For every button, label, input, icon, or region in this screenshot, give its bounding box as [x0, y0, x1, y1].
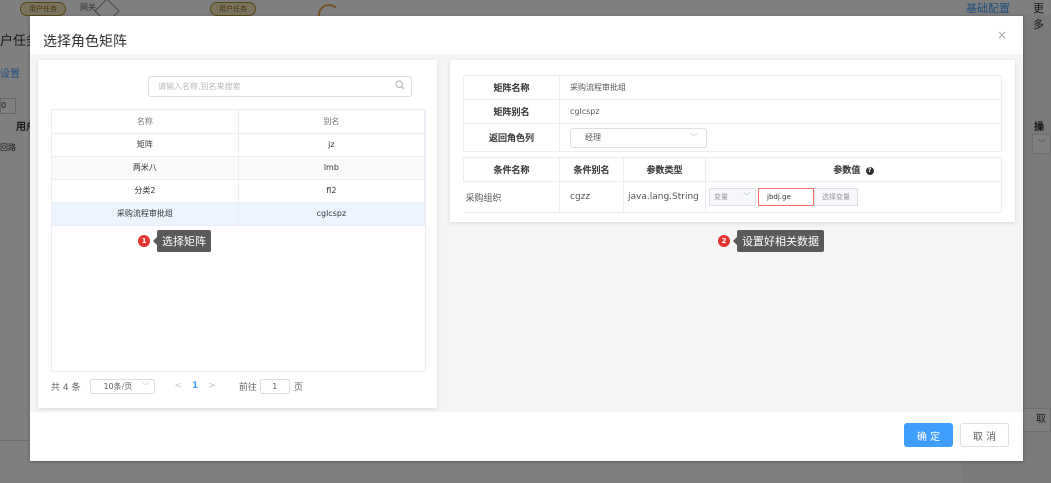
chevron-down-icon: ﹀: [743, 192, 751, 201]
chevron-down-icon: ﹀: [141, 381, 150, 391]
matrix-alias-value: cglcspz: [559, 99, 1002, 124]
search-input[interactable]: [149, 77, 379, 96]
matrix-name-label: 矩阵名称: [463, 75, 560, 100]
question-circle-icon[interactable]: ?: [865, 166, 874, 175]
param-value-cell: 变量 ﹀ jbdj.ge 选择变量: [705, 181, 1002, 213]
cell-alias[interactable]: jz: [238, 133, 426, 157]
cell-alias[interactable]: cglcspz: [238, 202, 426, 226]
goto-suffix: 页: [293, 382, 303, 393]
column-header-name: 名称: [52, 110, 239, 134]
matrix-list-panel: 名称 别名 矩阵 jz 两米八 lmb: [38, 60, 437, 408]
param-value-label: 参数值: [833, 166, 861, 176]
pagination: 共 4 条 10条/页 ﹀ < 1 > 前往 1 页: [51, 378, 303, 394]
matrix-table-wrapper: 名称 别名 矩阵 jz 两米八 lmb 分类2 fl2 采购流程审批组 cglc…: [51, 109, 426, 372]
page-size-select[interactable]: 10条/页 ﹀: [90, 378, 156, 394]
return-role-column-cell: 经理 ﹀: [559, 123, 1002, 152]
current-page[interactable]: 1: [192, 381, 198, 391]
column-header-alias: 别名: [238, 110, 426, 134]
prev-page-icon[interactable]: <: [174, 381, 182, 391]
matrix-info-table: 矩阵名称 采购流程审批组 矩阵别名 cglcspz 返回角色列 经理 ﹀: [463, 75, 1002, 152]
matrix-name-value: 采购流程审批组: [559, 75, 1002, 100]
search-icon[interactable]: [395, 80, 405, 90]
callout-number: 1: [138, 235, 150, 247]
param-type-cell: java.lang.String: [623, 181, 706, 213]
confirm-button[interactable]: 确 定: [904, 423, 953, 447]
dialog-title: 选择角色矩阵: [43, 34, 127, 50]
column-header-condition-name: 条件名称: [463, 157, 560, 182]
cell-alias[interactable]: fl2: [238, 179, 426, 203]
return-role-column-select[interactable]: 经理 ﹀: [570, 128, 707, 148]
close-icon[interactable]: ×: [997, 28, 1007, 42]
table-row-selected[interactable]: 采购流程审批组 cglcspz: [52, 202, 426, 226]
pagination-total: 共 4 条: [51, 382, 81, 393]
search-box: [148, 76, 412, 97]
goto-page-input[interactable]: 1: [259, 378, 290, 394]
callout-number: 2: [718, 235, 730, 247]
select-role-matrix-dialog: 选择角色矩阵 × 名称 别名: [30, 16, 1023, 461]
callout-select-matrix: 1 选择矩阵: [138, 230, 211, 252]
return-role-column-value: 经理: [585, 133, 601, 142]
callout-tooltip: 设置好相关数据: [733, 230, 824, 252]
value-type-select[interactable]: 变量 ﹀: [709, 188, 756, 206]
param-value-input[interactable]: jbdj.ge: [758, 188, 814, 206]
chevron-down-icon: ﹀: [690, 133, 698, 142]
table-row: 采购组织 cgzz java.lang.String 变量 ﹀ jbdj.ge …: [463, 181, 1002, 213]
next-page-icon[interactable]: >: [208, 381, 216, 391]
cell-name[interactable]: 分类2: [52, 179, 239, 203]
condition-alias-cell: cgzz: [559, 181, 624, 213]
return-role-column-label: 返回角色列: [463, 123, 560, 152]
condition-table: 条件名称 条件别名 参数类型 参数值 ? 采购组织 cgzz java.lang…: [463, 157, 1002, 213]
callout-set-data: 2 设置好相关数据: [718, 230, 824, 252]
condition-name-cell: 采购组织: [463, 181, 560, 213]
column-header-condition-alias: 条件别名: [559, 157, 624, 182]
matrix-config-panel: 矩阵名称 采购流程审批组 矩阵别名 cglcspz 返回角色列 经理 ﹀ 条件名…: [450, 60, 1015, 222]
cell-alias[interactable]: lmb: [238, 156, 426, 180]
value-type-value: 变量: [714, 193, 728, 201]
table-row[interactable]: 两米八 lmb: [52, 156, 426, 180]
cell-name[interactable]: 采购流程审批组: [52, 202, 239, 226]
select-variable-button[interactable]: 选择变量: [814, 188, 858, 206]
column-header-param-type: 参数类型: [623, 157, 706, 182]
table-row[interactable]: 矩阵 jz: [52, 133, 426, 157]
cell-name[interactable]: 两米八: [52, 156, 239, 180]
page-size-value: 10条/页: [103, 381, 133, 391]
matrix-alias-label: 矩阵别名: [463, 99, 560, 124]
param-value-group: 变量 ﹀ jbdj.ge 选择变量: [706, 188, 1001, 206]
table-row[interactable]: 分类2 fl2: [52, 179, 426, 203]
column-header-param-value: 参数值 ?: [705, 157, 1002, 182]
cell-name[interactable]: 矩阵: [52, 133, 239, 157]
cancel-button[interactable]: 取 消: [960, 423, 1009, 447]
callout-tooltip: 选择矩阵: [153, 230, 211, 252]
matrix-table: 名称 别名 矩阵 jz 两米八 lmb 分类2 fl2 采购流程审批组 cglc…: [52, 110, 426, 226]
goto-prefix: 前往: [238, 382, 257, 393]
